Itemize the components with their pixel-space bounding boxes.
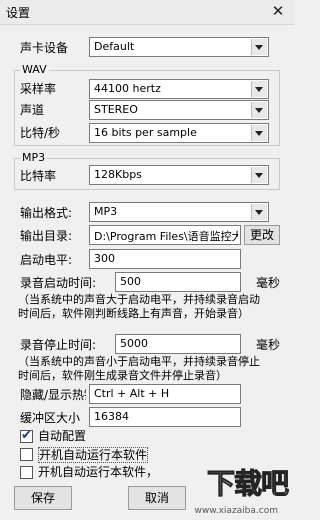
autorun1-label: 开机自动运行本软件 <box>38 447 149 463</box>
sample-rate-select[interactable]: 44100 hertz <box>89 79 269 99</box>
start-level-value: 300 <box>94 252 115 265</box>
output-format-select[interactable]: MP3 <box>89 202 269 222</box>
start-level-input[interactable]: 300 <box>89 249 241 269</box>
start-time-value: 500 <box>120 275 141 288</box>
window-title: 设置 <box>6 6 31 20</box>
buffer-value: 16384 <box>94 410 129 423</box>
hotkey-label: 隐藏/显示热键 <box>20 388 86 402</box>
mp3-group-title: MP3 <box>20 151 48 164</box>
chevron-down-icon[interactable] <box>251 167 267 183</box>
bits-select[interactable]: 16 bits per sample <box>89 123 269 143</box>
stop-time-unit: 毫秒 <box>256 338 281 352</box>
autorun1-checkbox[interactable] <box>20 448 33 461</box>
output-format-value: MP3 <box>94 205 118 218</box>
chevron-down-icon[interactable] <box>251 102 267 118</box>
soundcard-label: 声卡设备 <box>20 41 69 55</box>
hotkey-input[interactable]: Ctrl + Alt + H <box>89 384 241 404</box>
buffer-label: 缓冲区大小 <box>20 411 81 425</box>
autorun2-label: 开机自动运行本软件， <box>38 465 159 479</box>
autorun2-checkbox[interactable] <box>20 466 33 479</box>
start-time-unit: 毫秒 <box>256 276 281 290</box>
stop-time-label: 录音停止时间: <box>20 338 97 352</box>
chevron-down-icon[interactable] <box>251 81 267 97</box>
chevron-down-icon[interactable] <box>251 204 267 220</box>
change-dir-button[interactable]: 更改 <box>244 225 280 245</box>
watermark-logo: 下载吧 <box>206 467 289 501</box>
save-button[interactable]: 保存 <box>14 486 72 510</box>
start-note-line2: 时间后，软件刚判断线路上有声音，开始录音） <box>18 307 249 320</box>
stop-note-line1: （当系统中的声音小于启动电平，并持续录音停止 <box>18 355 260 368</box>
output-dir-label: 输出目录: <box>20 229 73 243</box>
output-dir-input[interactable]: D:\Program Files\语音监控大 <box>89 225 241 245</box>
bits-value: 16 bits per sample <box>94 126 197 139</box>
wav-group-title: WAV <box>20 63 49 76</box>
soundcard-value: Default <box>94 40 135 53</box>
bitrate-label: 比特率 <box>20 169 57 183</box>
chevron-down-icon[interactable] <box>251 39 267 55</box>
output-dir-value: D:\Program Files\语音监控大 <box>94 230 238 243</box>
start-note-line1: （当系统中的声音大于启动电平，并持续录音启动 <box>18 293 260 306</box>
close-icon[interactable]: ✕ <box>270 3 286 19</box>
checkmark-icon: ✔ <box>21 428 32 443</box>
cancel-button[interactable]: 取消 <box>128 486 186 510</box>
stop-note-line2: 时间后，软件刚生成录音文件并停止录音） <box>18 369 227 382</box>
channel-select[interactable]: STEREO <box>89 100 269 120</box>
buffer-input[interactable]: 16384 <box>89 407 241 427</box>
channel-label: 声道 <box>20 103 45 117</box>
sample-rate-label: 采样率 <box>20 82 57 96</box>
watermark-url: www.xiazaiba.com <box>194 506 278 516</box>
start-time-input[interactable]: 500 <box>115 272 241 292</box>
channel-value: STEREO <box>94 103 138 116</box>
soundcard-select[interactable]: Default <box>89 37 269 57</box>
hotkey-value: Ctrl + Alt + H <box>94 387 170 400</box>
output-format-label: 输出格式: <box>20 206 73 220</box>
auto-config-checkbox[interactable]: ✔ <box>20 428 33 443</box>
sample-rate-value: 44100 hertz <box>94 82 161 95</box>
stop-time-value: 5000 <box>120 337 148 350</box>
bitrate-select[interactable]: 128Kbps <box>89 165 269 185</box>
stop-time-input[interactable]: 5000 <box>115 334 241 354</box>
bits-label: 比特/秒 <box>20 126 61 140</box>
start-level-label: 启动电平: <box>20 253 73 267</box>
auto-config-label: 自动配置 <box>38 429 87 443</box>
title-bar: 设置 ✕ <box>0 0 294 25</box>
chevron-down-icon[interactable] <box>251 125 267 141</box>
start-time-label: 录音启动时间: <box>20 276 97 290</box>
bitrate-value: 128Kbps <box>94 168 142 181</box>
